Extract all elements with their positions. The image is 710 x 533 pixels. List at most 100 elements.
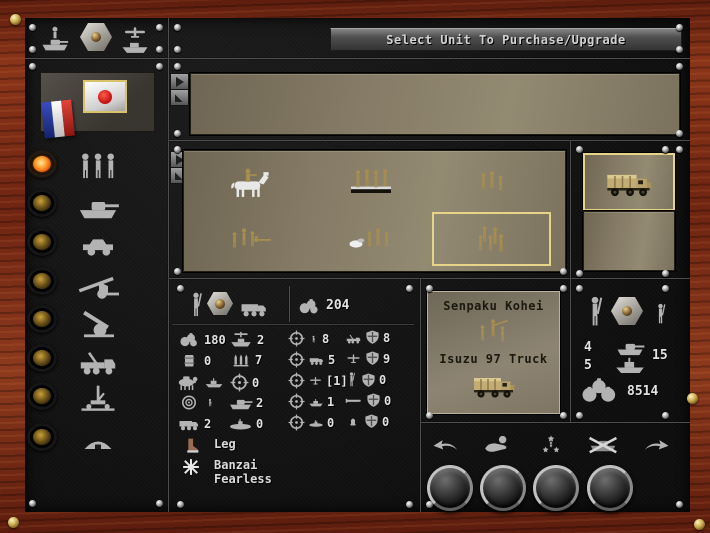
- stat-defense-torpedo: 0: [345, 393, 391, 408]
- screw: [174, 46, 181, 53]
- screw: [576, 412, 583, 419]
- land-units-icon[interactable]: [40, 26, 70, 60]
- upgrade-row-back-button[interactable]: [170, 89, 189, 106]
- stat-range: 0: [230, 373, 259, 392]
- stat-movement: 2: [228, 394, 263, 411]
- upgrade-knob[interactable]: [533, 465, 579, 511]
- screw: [662, 270, 669, 277]
- transport-toggle-truck-icon[interactable]: [238, 297, 270, 322]
- category-led-infantry[interactable]: [27, 150, 57, 178]
- air-sea-units-icon[interactable]: [120, 26, 150, 60]
- screw: [676, 46, 683, 53]
- category-led-anti-tank[interactable]: [27, 267, 57, 295]
- screw: [576, 146, 583, 153]
- stat-cost: 180: [177, 331, 226, 348]
- stat-spotting: [177, 394, 216, 411]
- core-units-count: 4: [584, 340, 592, 355]
- anti-tank-gun-icon: [74, 268, 122, 304]
- screw: [676, 146, 683, 153]
- movement-type-row: Leg: [183, 437, 236, 454]
- movement-type-label: Leg: [214, 437, 236, 451]
- screw: [29, 63, 36, 70]
- screw: [406, 501, 413, 508]
- funds-icon: [296, 297, 322, 319]
- disband-unit-icon[interactable]: [586, 434, 620, 460]
- recon-car-icon: [78, 230, 118, 261]
- screw: [156, 46, 163, 53]
- screw: [676, 24, 683, 31]
- title-bar: Select Unit To Purchase/Upgrade: [330, 28, 682, 51]
- screw: [426, 412, 433, 419]
- screw: [177, 285, 184, 292]
- flag-japan-selected[interactable]: [83, 80, 127, 113]
- aux-slots-count: 15: [652, 348, 668, 363]
- unit-cell-cavalry[interactable]: [190, 156, 309, 210]
- aux-soldier-icon: [653, 303, 668, 330]
- flag-france[interactable]: [41, 100, 75, 139]
- soldier-icon: [204, 395, 216, 410]
- category-led-artillery[interactable]: [27, 305, 57, 333]
- transport-cell-truck-selected[interactable]: [583, 153, 675, 211]
- exit-arrow-icon[interactable]: [640, 436, 672, 460]
- stat-pack-animal: [175, 373, 224, 391]
- stat-attack-hard: 5: [288, 351, 335, 368]
- brass-fitting: [10, 14, 21, 25]
- divider: [289, 286, 290, 322]
- brass-fitting: [694, 519, 705, 530]
- available-funds: 204: [326, 298, 349, 313]
- unit-cell-engineers-selected[interactable]: [432, 212, 551, 266]
- category-led-anti-aircraft-gun[interactable]: [27, 382, 57, 410]
- undo-knob[interactable]: [427, 465, 473, 511]
- air-defense-vehicle-icon: [76, 346, 120, 379]
- core-soldier-icon: [584, 296, 606, 333]
- abilities-row: Banzai Fearless: [182, 458, 272, 486]
- screw: [662, 412, 669, 419]
- unit-cell-engineer-bridge[interactable]: [311, 156, 430, 210]
- screw: [676, 130, 683, 137]
- divider: [168, 18, 169, 512]
- purchase-knob[interactable]: [480, 465, 526, 511]
- screw: [174, 24, 181, 31]
- transport-cell-none[interactable]: [583, 211, 675, 271]
- transport-sprite-truck: [470, 370, 518, 400]
- screw: [676, 63, 683, 70]
- burst-icon: [182, 458, 200, 476]
- upgrade-stars-icon[interactable]: [538, 432, 564, 460]
- artillery-icon: [74, 306, 122, 342]
- page-title: Select Unit To Purchase/Upgrade: [386, 33, 625, 47]
- category-led-fortification[interactable]: [27, 423, 57, 451]
- screw: [662, 285, 669, 292]
- upgrade-row-scroll-button[interactable]: [170, 73, 189, 90]
- stat-defense-ground: 8: [345, 330, 390, 345]
- upgrade-target-strip[interactable]: [190, 73, 680, 135]
- screw: [426, 285, 433, 292]
- screw: [174, 268, 181, 275]
- disband-knob[interactable]: [587, 465, 633, 511]
- anti-aircraft-gun-icon: [76, 382, 120, 419]
- divider: [420, 422, 690, 423]
- category-led-tank[interactable]: [27, 189, 57, 217]
- stat-defense-shell: 0: [345, 414, 389, 429]
- divider: [570, 140, 571, 422]
- prestige-icon: [580, 377, 618, 407]
- unit-cell-infantry-squad[interactable]: [432, 156, 551, 210]
- category-led-air-defense-vehicle[interactable]: [27, 344, 57, 372]
- screw: [29, 24, 36, 31]
- brass-fitting: [8, 517, 19, 528]
- screw: [560, 285, 567, 292]
- screw: [177, 501, 184, 508]
- divider: [172, 324, 414, 325]
- stat-initiative: 2: [228, 331, 264, 349]
- screw: [156, 63, 163, 70]
- unit-cell-flamethrower-squad[interactable]: [311, 212, 430, 266]
- purchase-hand-icon[interactable]: [482, 433, 512, 459]
- category-led-recon[interactable]: [27, 228, 57, 256]
- unit-cell-rifle-squad[interactable]: [190, 212, 309, 266]
- stat-attack-sub: 0: [288, 414, 334, 431]
- purchase-screen: Select Unit To Purchase/Upgrade 204: [0, 0, 710, 533]
- screw: [406, 285, 413, 292]
- screw: [174, 146, 181, 153]
- screw: [576, 285, 583, 292]
- screw: [174, 63, 181, 70]
- undo-arrow-icon[interactable]: [430, 436, 462, 460]
